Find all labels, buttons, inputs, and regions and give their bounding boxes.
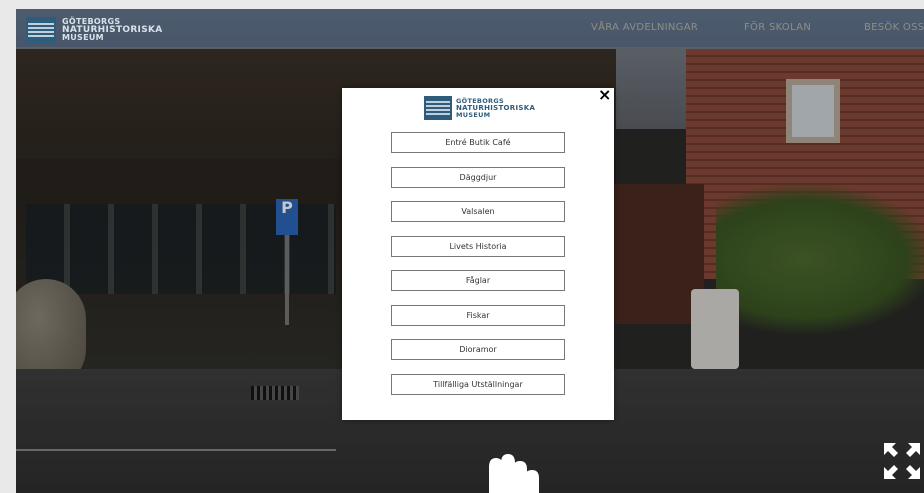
nav-for-skolan[interactable]: FÖR SKOLAN	[744, 22, 811, 33]
department-menu-modal: GÖTEBORGS NATURHISTORISKA MUSEUM × Entré…	[342, 87, 614, 420]
modal-logo-line-3: MUSEUM	[456, 110, 491, 119]
hand-pointer-icon[interactable]	[472, 445, 552, 493]
modal-logo: GÖTEBORGS NATURHISTORISKA MUSEUM	[424, 96, 535, 120]
menu-list: Entré Butik Café Däggdjur Valsalen Livet…	[391, 132, 565, 408]
logo-line-3: MUSEUM	[62, 33, 104, 42]
modal-logo-mark-icon	[424, 96, 452, 120]
logo-mark-icon	[26, 17, 56, 43]
site-header: GÖTEBORGS NATURHISTORISKA MUSEUM VÅRA AV…	[16, 9, 924, 47]
menu-item-faglar[interactable]: Fåglar	[391, 270, 565, 291]
close-icon[interactable]: ×	[598, 87, 611, 103]
menu-item-fiskar[interactable]: Fiskar	[391, 304, 565, 326]
menu-item-entre-butik-cafe[interactable]: Entré Butik Café	[391, 132, 565, 153]
logo-text: GÖTEBORGS NATURHISTORISKA MUSEUM	[62, 18, 163, 42]
menu-item-valsalen[interactable]: Valsalen	[391, 201, 565, 222]
header-logo[interactable]: GÖTEBORGS NATURHISTORISKA MUSEUM	[26, 17, 163, 43]
modal-logo-text: GÖTEBORGS NATURHISTORISKA MUSEUM	[456, 97, 535, 119]
menu-item-dioramor[interactable]: Dioramor	[391, 339, 565, 360]
nav-besok-oss[interactable]: BESÖK OSS	[864, 22, 924, 33]
nav-vara-avdelningar[interactable]: VÅRA AVDELNINGAR	[591, 22, 698, 33]
menu-item-tillfalliga-utstallningar[interactable]: Tillfälliga Utställningar	[391, 373, 565, 395]
fullscreen-icon[interactable]	[882, 441, 922, 481]
menu-item-daggdjur[interactable]: Däggdjur	[391, 166, 565, 188]
menu-item-livets-historia[interactable]: Livets Historia	[391, 235, 565, 257]
virtual-tour-viewer[interactable]: P GÖTEBORGS NATURHISTORISKA MUSEUM VÅRA …	[16, 9, 924, 493]
